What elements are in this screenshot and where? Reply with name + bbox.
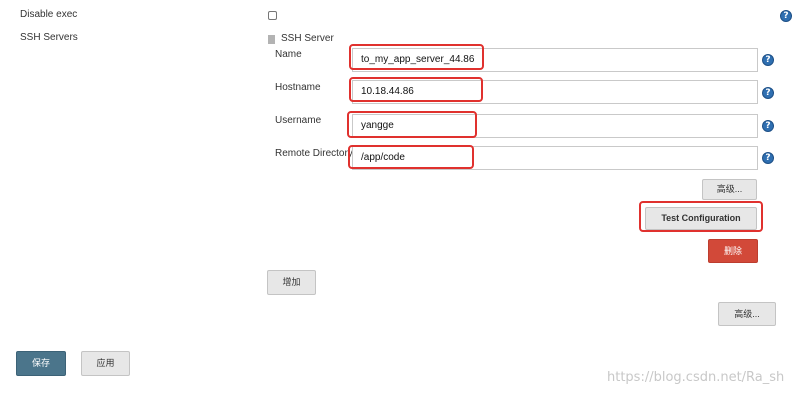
drag-handle-icon[interactable] bbox=[268, 35, 275, 44]
username-label: Username bbox=[275, 115, 322, 126]
name-input[interactable]: to_my_app_server_44.86 bbox=[352, 48, 758, 72]
test-configuration-button[interactable]: Test Configuration bbox=[645, 207, 757, 230]
advanced-button[interactable]: 高级... bbox=[702, 179, 757, 200]
remote-directory-label: Remote Directory bbox=[275, 148, 353, 159]
username-input[interactable]: yangge bbox=[352, 114, 758, 138]
apply-button[interactable]: 应用 bbox=[81, 351, 130, 376]
save-button[interactable]: 保存 bbox=[16, 351, 66, 376]
hostname-label: Hostname bbox=[275, 82, 321, 93]
remote-directory-input[interactable]: /app/code bbox=[352, 146, 758, 170]
disable-exec-checkbox[interactable] bbox=[268, 11, 277, 20]
disable-exec-label: Disable exec bbox=[20, 9, 78, 20]
help-icon[interactable]: ? bbox=[762, 120, 774, 132]
help-icon[interactable]: ? bbox=[762, 87, 774, 99]
delete-button[interactable]: 删除 bbox=[708, 239, 758, 263]
watermark: https://blog.csdn.net/Ra_sh bbox=[607, 370, 785, 385]
advanced-button[interactable]: 高级... bbox=[718, 302, 776, 326]
name-label: Name bbox=[275, 49, 302, 60]
ssh-servers-label: SSH Servers bbox=[20, 32, 78, 43]
help-icon[interactable]: ? bbox=[762, 152, 774, 164]
add-server-button[interactable]: 增加 bbox=[267, 270, 316, 295]
ssh-server-heading: SSH Server bbox=[281, 33, 334, 44]
help-icon[interactable]: ? bbox=[762, 54, 774, 66]
hostname-input[interactable]: 10.18.44.86 bbox=[352, 80, 758, 104]
help-icon[interactable]: ? bbox=[780, 10, 792, 22]
